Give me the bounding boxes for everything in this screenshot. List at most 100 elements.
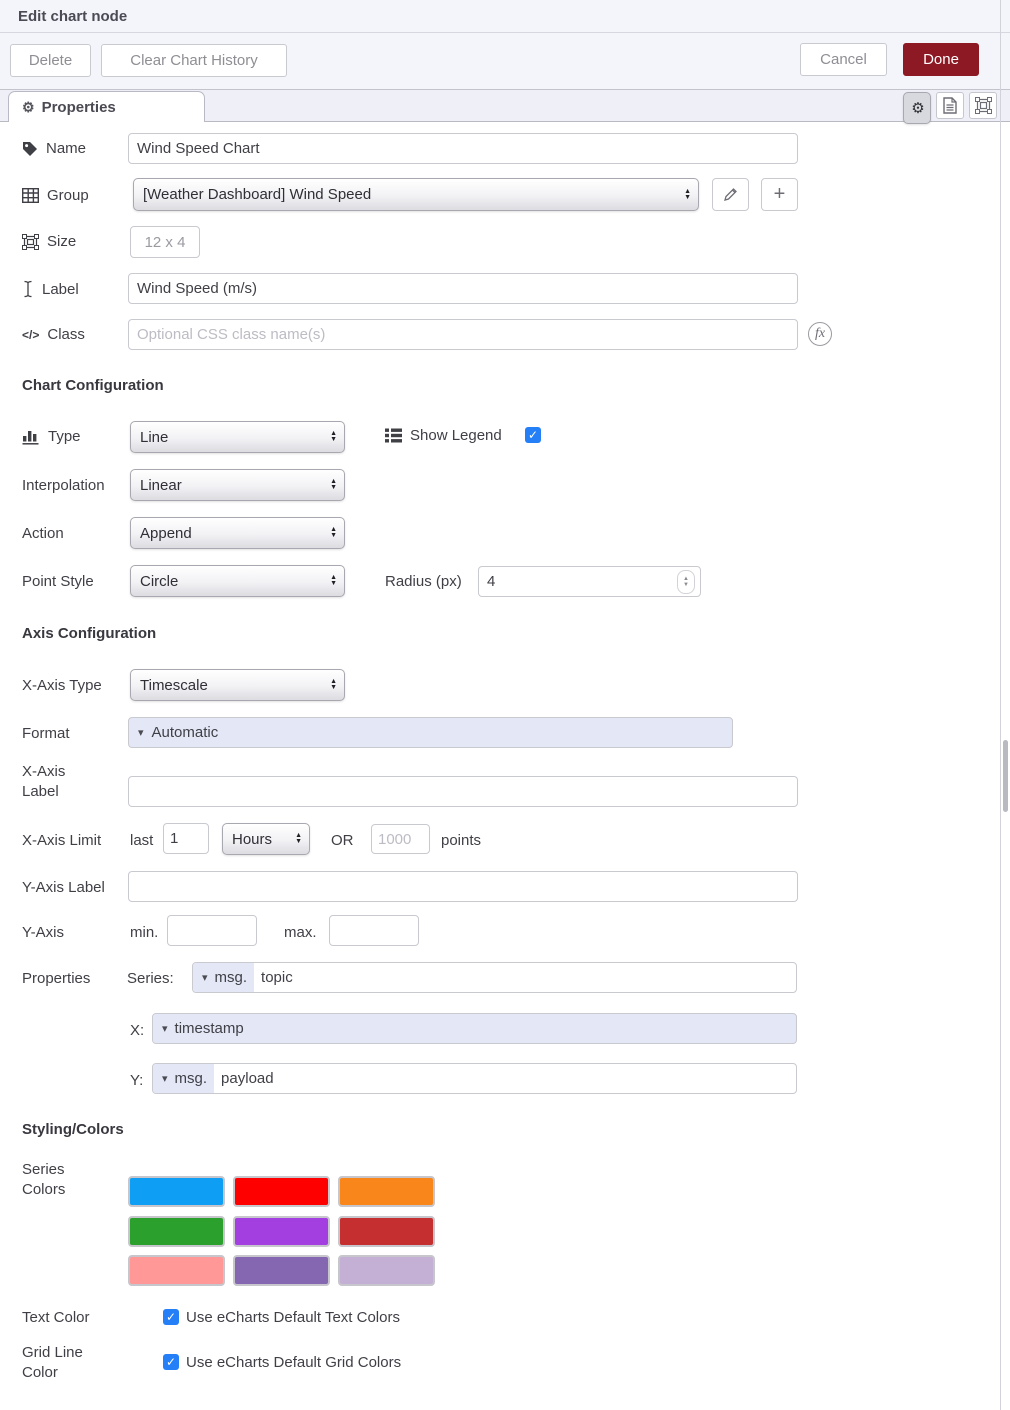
dialog-title: Edit chart node	[18, 0, 127, 33]
text-color-checkbox-label: Use eCharts Default Text Colors	[186, 1308, 400, 1328]
size-button[interactable]: 12 x 4	[130, 226, 200, 258]
dialog-header: Edit chart node	[0, 0, 1010, 33]
dialog-right-border	[1000, 0, 1001, 1410]
node-settings-button[interactable]: ⚙	[903, 92, 931, 124]
radius-label: Radius (px)	[385, 572, 462, 592]
x-axis-limit-points-text: points	[441, 831, 481, 851]
size-label: Size	[22, 233, 76, 250]
caret-down-icon: ▾	[162, 1022, 168, 1035]
series-color-swatch[interactable]	[128, 1176, 225, 1207]
show-legend-checkbox[interactable]: ✓	[525, 427, 541, 443]
spinner-icon[interactable]: ▲▼	[677, 570, 695, 594]
series-colors-label: Series Colors	[22, 1160, 82, 1200]
y-prop-text: Y:	[130, 1071, 143, 1091]
properties-label: Properties	[22, 969, 90, 989]
grid-color-checkbox-label: Use eCharts Default Grid Colors	[186, 1353, 401, 1373]
series-color-swatch[interactable]	[338, 1216, 435, 1247]
grid-color-checkbox[interactable]: ✓	[163, 1354, 179, 1370]
series-color-swatch[interactable]	[233, 1255, 330, 1286]
check-icon: ✓	[166, 1309, 176, 1325]
point-style-label: Point Style	[22, 572, 94, 592]
done-button[interactable]: Done	[903, 43, 979, 76]
tag-icon	[22, 141, 38, 157]
appearance-button[interactable]	[969, 92, 997, 119]
caret-down-icon: ▾	[162, 1072, 168, 1085]
action-label: Action	[22, 524, 64, 544]
y-axis-label: Y-Axis	[22, 923, 64, 943]
grid-line-color-label: Grid Line Color	[22, 1343, 92, 1383]
text-color-label: Text Color	[22, 1308, 90, 1328]
delete-button[interactable]: Delete	[10, 44, 91, 77]
x-axis-limit-points-input[interactable]	[371, 824, 430, 854]
series-color-swatch[interactable]	[233, 1176, 330, 1207]
description-button[interactable]	[936, 92, 964, 119]
scrollbar-thumb[interactable]	[1003, 740, 1008, 812]
type-select[interactable]: Line ▲▼	[130, 421, 345, 453]
action-select[interactable]: Append ▲▼	[130, 517, 345, 549]
text-color-checkbox[interactable]: ✓	[163, 1309, 179, 1325]
series-color-swatch[interactable]	[128, 1255, 225, 1286]
show-legend-label: Show Legend	[385, 427, 502, 444]
select-arrows-icon: ▲▼	[324, 679, 337, 691]
code-icon: </>	[22, 328, 39, 342]
document-icon	[943, 97, 957, 114]
series-color-swatch[interactable]	[338, 1176, 435, 1207]
select-arrows-icon: ▲▼	[324, 575, 337, 587]
y-type-selector[interactable]: ▾ msg.	[153, 1064, 214, 1093]
edit-group-button[interactable]	[712, 178, 749, 211]
radius-input[interactable]	[479, 573, 677, 590]
select-arrows-icon: ▲▼	[289, 833, 302, 845]
x-typed-input[interactable]: ▾ timestamp	[152, 1013, 797, 1044]
group-select[interactable]: [Weather Dashboard] Wind Speed ▲▼	[133, 178, 699, 211]
select-arrows-icon: ▲▼	[678, 189, 691, 201]
y-axis-max-text: max.	[284, 923, 317, 943]
clear-chart-history-button[interactable]: Clear Chart History	[101, 44, 287, 77]
table-icon	[22, 188, 39, 203]
name-input[interactable]	[128, 133, 798, 164]
series-color-swatch[interactable]	[128, 1216, 225, 1247]
x-axis-type-select[interactable]: Timescale ▲▼	[130, 669, 345, 701]
select-arrows-icon: ▲▼	[324, 431, 337, 443]
x-axis-type-label: X-Axis Type	[22, 676, 102, 696]
series-text: Series:	[127, 969, 174, 989]
class-label: </> Class	[22, 326, 85, 343]
radius-input-frame: ▲▼	[478, 566, 701, 597]
add-group-button[interactable]: +	[761, 178, 798, 211]
i-cursor-icon	[22, 280, 34, 298]
class-input[interactable]	[128, 319, 798, 350]
series-color-swatch[interactable]	[338, 1255, 435, 1286]
y-axis-min-input[interactable]	[167, 915, 257, 946]
format-label: Format	[22, 724, 70, 744]
section-styling-colors: Styling/Colors	[22, 1121, 124, 1138]
format-dropdown[interactable]: ▾ Automatic	[128, 717, 733, 748]
x-axis-limit-or-text: OR	[331, 831, 354, 851]
x-axis-limit-last-input[interactable]	[163, 823, 209, 854]
y-axis-max-input[interactable]	[329, 915, 419, 946]
x-axis-limit-label: X-Axis Limit	[22, 831, 101, 851]
series-typed-input[interactable]: ▾ msg. topic	[192, 962, 797, 993]
cancel-button[interactable]: Cancel	[800, 43, 887, 76]
section-chart-configuration: Chart Configuration	[22, 377, 164, 394]
series-color-swatch[interactable]	[233, 1216, 330, 1247]
pencil-icon	[723, 187, 738, 202]
dialog-toolbar: Delete Clear Chart History Cancel Done	[0, 33, 1010, 90]
point-style-select[interactable]: Circle ▲▼	[130, 565, 345, 597]
bar-chart-icon	[22, 428, 40, 445]
type-label: Type	[22, 428, 81, 445]
caret-down-icon: ▾	[138, 726, 144, 739]
y-typed-input[interactable]: ▾ msg. payload	[152, 1063, 797, 1094]
x-axis-label-input[interactable]	[128, 776, 798, 807]
gear-icon: ⚙	[911, 99, 924, 117]
name-label: Name	[22, 140, 86, 157]
x-type-selector[interactable]: ▾ timestamp	[153, 1014, 251, 1043]
object-group-icon	[22, 234, 39, 250]
y-axis-label-input[interactable]	[128, 871, 798, 902]
label-input[interactable]	[128, 273, 798, 304]
x-axis-limit-unit-select[interactable]: Hours ▲▼	[222, 823, 310, 855]
edit-chart-node-dialog: Edit chart node Delete Clear Chart Histo…	[0, 0, 1010, 1410]
select-arrows-icon: ▲▼	[324, 479, 337, 491]
interpolation-select[interactable]: Linear ▲▼	[130, 469, 345, 501]
series-type-selector[interactable]: ▾ msg.	[193, 963, 254, 992]
tab-properties[interactable]: ⚙ Properties	[8, 91, 205, 122]
y-axis-min-text: min.	[130, 923, 158, 943]
